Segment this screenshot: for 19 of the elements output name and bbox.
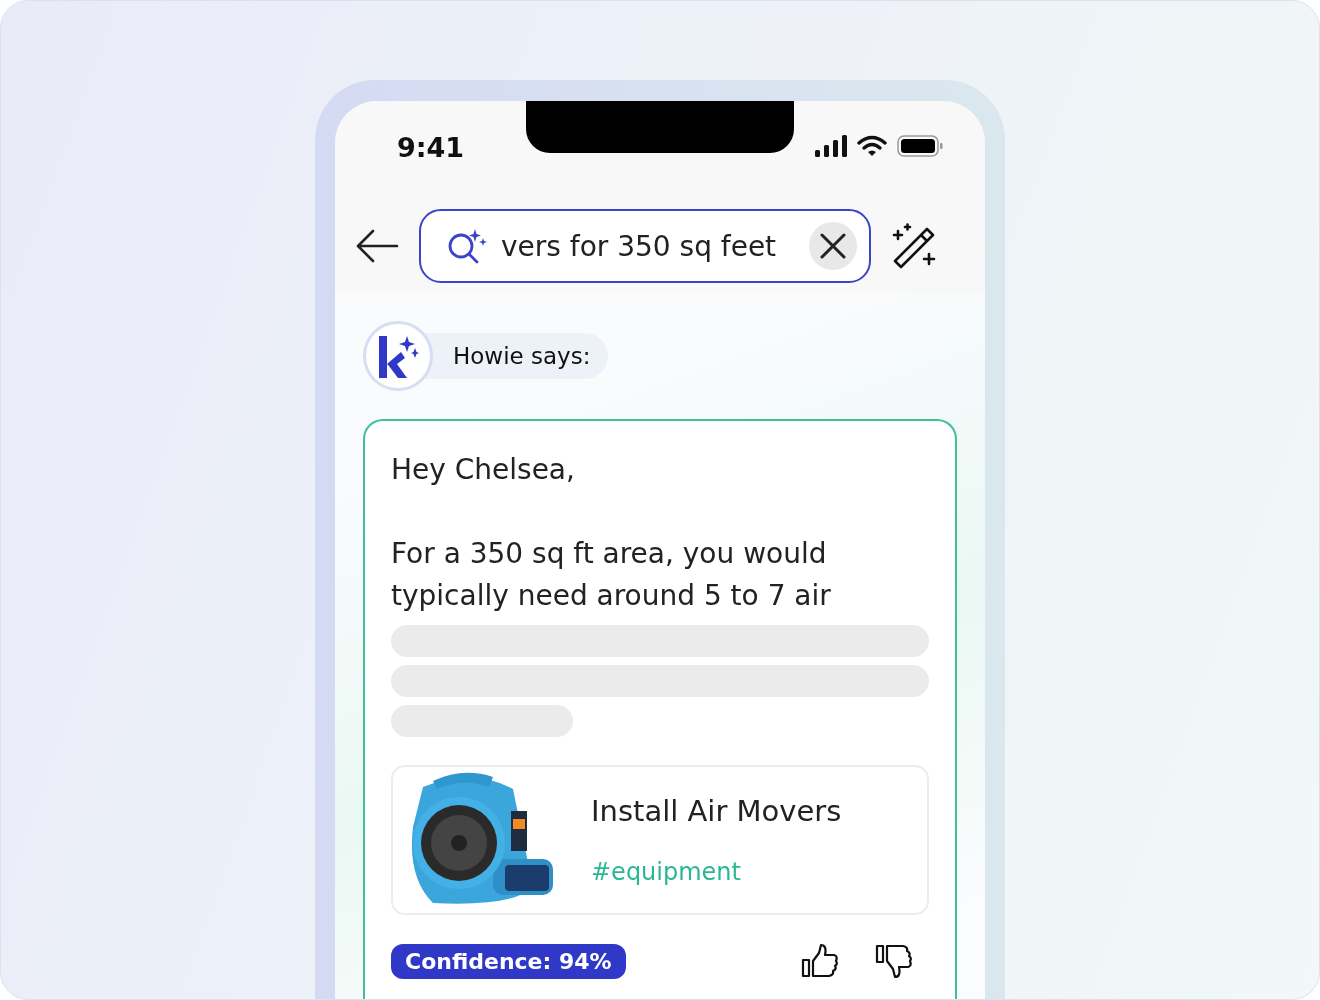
confidence-badge: Confidence: 94% xyxy=(391,943,626,979)
search-field[interactable]: vers for 350 sq feet xyxy=(419,209,871,283)
wifi-icon xyxy=(857,135,887,157)
greeting-text: Hey Chelsea, xyxy=(391,452,576,488)
search-sparkle-icon xyxy=(447,228,487,264)
response-text: For a 350 sq ft area, you would typically need around 5 to 7 air xyxy=(391,536,832,614)
signal-icon xyxy=(815,135,847,157)
task-card[interactable]: Install Air Movers #equipment xyxy=(391,765,929,915)
thumbs-down-icon[interactable] xyxy=(875,943,913,979)
task-title: Install Air Movers xyxy=(591,794,842,828)
clear-button[interactable] xyxy=(809,222,857,270)
status-time: 9:41 xyxy=(397,131,465,163)
search-input[interactable]: vers for 350 sq feet xyxy=(499,228,797,264)
thumbs-up-icon[interactable] xyxy=(801,943,839,979)
close-icon xyxy=(820,233,846,259)
logo-icon xyxy=(377,334,419,378)
back-button[interactable] xyxy=(355,228,399,264)
battery-icon xyxy=(897,135,943,157)
magic-wand-button[interactable] xyxy=(891,223,937,269)
